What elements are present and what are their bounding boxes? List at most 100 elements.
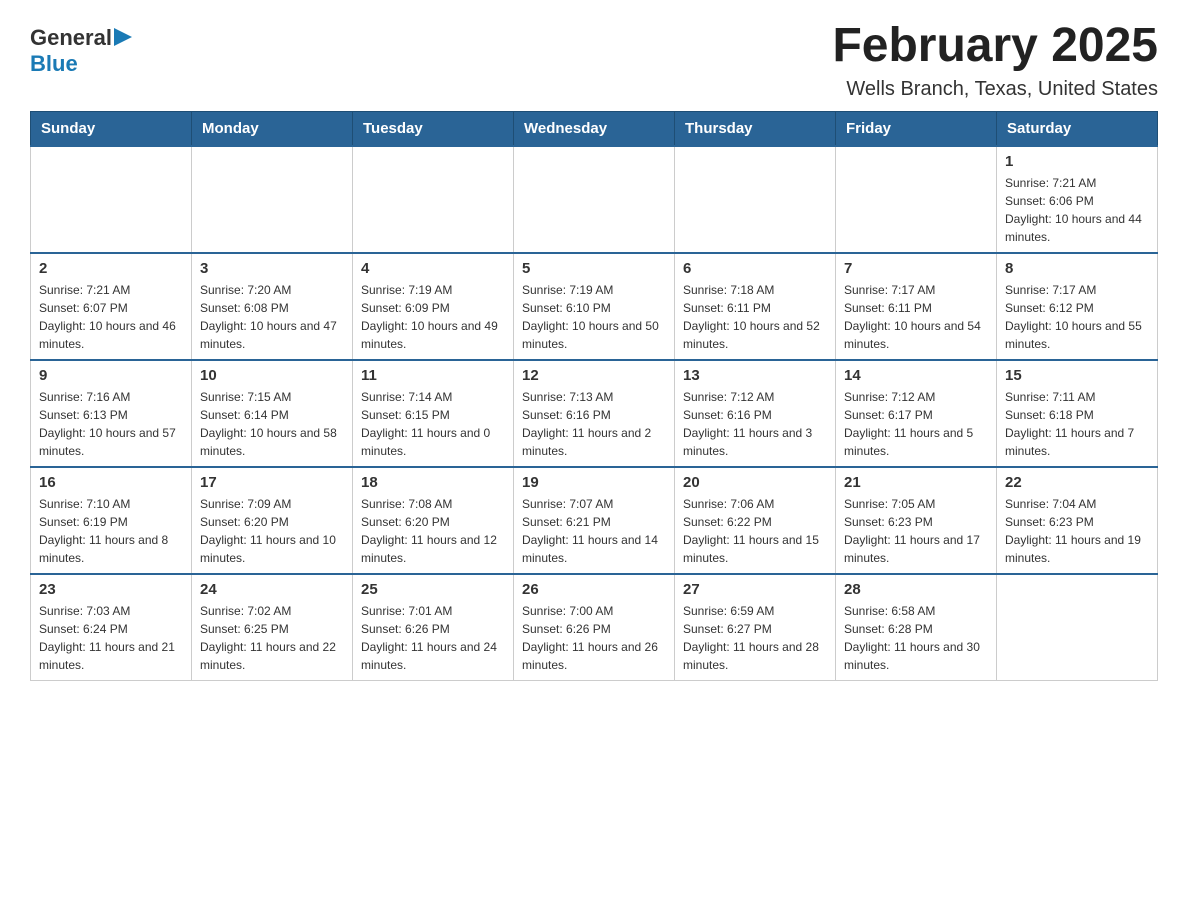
header-friday: Friday [836,111,997,146]
calendar-cell-w5-d6: 28Sunrise: 6:58 AMSunset: 6:28 PMDayligh… [836,574,997,681]
calendar-cell-w1-d7: 1Sunrise: 7:21 AMSunset: 6:06 PMDaylight… [997,146,1158,253]
day-info: Sunrise: 7:01 AMSunset: 6:26 PMDaylight:… [361,602,505,674]
day-info: Sunrise: 7:19 AMSunset: 6:10 PMDaylight:… [522,281,666,353]
calendar-cell-w1-d1 [31,146,192,253]
calendar-cell-w5-d4: 26 Sunrise: 7:00 AMSunset: 6:26 PMDayligh… [514,574,675,681]
day-info: Sunrise: 7:12 AMSunset: 6:16 PMDaylight:… [683,388,827,460]
day-number: 25 [361,581,505,598]
day-number: 26 [522,581,666,598]
day-number: 4 [361,260,505,277]
weekday-header-row: Sunday Monday Tuesday Wednesday Thursday… [31,111,1158,146]
calendar-cell-w2-d2: 3 Sunrise: 7:20 AMSunset: 6:08 PMDaylight… [192,253,353,360]
day-number: 13 [683,367,827,384]
day-number: 20 [683,474,827,491]
day-info: Sunrise: 7:02 AMSunset: 6:25 PMDaylight:… [200,602,344,674]
week-row-3: 9 Sunrise: 7:16 AMSunset: 6:13 PMDaylight… [31,360,1158,467]
calendar-cell-w4-d3: 18 Sunrise: 7:08 AMSunset: 6:20 PMDayligh… [353,467,514,574]
day-number: 11 [361,367,505,384]
day-info: Sunrise: 7:04 AMSunset: 6:23 PMDaylight:… [1005,495,1149,567]
day-number: 28 [844,581,988,598]
calendar-cell-w5-d2: 24 Sunrise: 7:02 AMSunset: 6:25 PMDayligh… [192,574,353,681]
logo-general-text: General [30,25,112,51]
day-info: Sunrise: 7:11 AMSunset: 6:18 PMDaylight:… [1005,388,1149,460]
day-number: 10 [200,367,344,384]
calendar-cell-w1-d6 [836,146,997,253]
day-info: Sunrise: 7:07 AMSunset: 6:21 PMDaylight:… [522,495,666,567]
header-wednesday: Wednesday [514,111,675,146]
day-number: 16 [39,474,183,491]
calendar-cell-w5-d5: 27Sunrise: 6:59 AMSunset: 6:27 PMDayligh… [675,574,836,681]
day-info: Sunrise: 7:12 AMSunset: 6:17 PMDaylight:… [844,388,988,460]
day-info: Sunrise: 7:17 AMSunset: 6:12 PMDaylight:… [1005,281,1149,353]
title-block: February 2025 Wells Branch, Texas, Unite… [832,20,1158,101]
calendar-cell-w1-d3 [353,146,514,253]
calendar-cell-w2-d6: 7Sunrise: 7:17 AMSunset: 6:11 PMDaylight… [836,253,997,360]
header-monday: Monday [192,111,353,146]
calendar-cell-w4-d7: 22 Sunrise: 7:04 AMSunset: 6:23 PMDayligh… [997,467,1158,574]
day-info: Sunrise: 7:21 AMSunset: 6:06 PMDaylight:… [1005,174,1149,246]
calendar-cell-w2-d4: 5 Sunrise: 7:19 AMSunset: 6:10 PMDaylight… [514,253,675,360]
day-number: 22 [1005,474,1149,491]
week-row-1: 1Sunrise: 7:21 AMSunset: 6:06 PMDaylight… [31,146,1158,253]
page-subtitle: Wells Branch, Texas, United States [832,78,1158,101]
day-number: 24 [200,581,344,598]
day-info: Sunrise: 7:17 AMSunset: 6:11 PMDaylight:… [844,281,988,353]
calendar-cell-w3-d3: 11 Sunrise: 7:14 AMSunset: 6:15 PMDayligh… [353,360,514,467]
day-number: 6 [683,260,827,277]
day-number: 17 [200,474,344,491]
calendar-cell-w5-d3: 25 Sunrise: 7:01 AMSunset: 6:26 PMDayligh… [353,574,514,681]
logo-blue-text: Blue [30,51,78,77]
day-info: Sunrise: 7:00 AMSunset: 6:26 PMDaylight:… [522,602,666,674]
day-info: Sunrise: 7:09 AMSunset: 6:20 PMDaylight:… [200,495,344,567]
day-number: 3 [200,260,344,277]
calendar-cell-w2-d3: 4 Sunrise: 7:19 AMSunset: 6:09 PMDaylight… [353,253,514,360]
day-number: 19 [522,474,666,491]
calendar-cell-w2-d7: 8 Sunrise: 7:17 AMSunset: 6:12 PMDaylight… [997,253,1158,360]
calendar-cell-w3-d5: 13 Sunrise: 7:12 AMSunset: 6:16 PMDayligh… [675,360,836,467]
calendar-cell-w4-d6: 21 Sunrise: 7:05 AMSunset: 6:23 PMDayligh… [836,467,997,574]
header-sunday: Sunday [31,111,192,146]
calendar-table: Sunday Monday Tuesday Wednesday Thursday… [30,111,1158,681]
calendar-cell-w1-d2 [192,146,353,253]
day-info: Sunrise: 7:05 AMSunset: 6:23 PMDaylight:… [844,495,988,567]
calendar-cell-w3-d6: 14Sunrise: 7:12 AMSunset: 6:17 PMDayligh… [836,360,997,467]
day-number: 12 [522,367,666,384]
day-info: Sunrise: 7:14 AMSunset: 6:15 PMDaylight:… [361,388,505,460]
week-row-4: 16 Sunrise: 7:10 AMSunset: 6:19 PMDayligh… [31,467,1158,574]
day-info: Sunrise: 7:19 AMSunset: 6:09 PMDaylight:… [361,281,505,353]
day-info: Sunrise: 7:08 AMSunset: 6:20 PMDaylight:… [361,495,505,567]
day-info: Sunrise: 7:13 AMSunset: 6:16 PMDaylight:… [522,388,666,460]
calendar-cell-w4-d5: 20Sunrise: 7:06 AMSunset: 6:22 PMDayligh… [675,467,836,574]
calendar-cell-w3-d4: 12 Sunrise: 7:13 AMSunset: 6:16 PMDayligh… [514,360,675,467]
day-info: Sunrise: 7:10 AMSunset: 6:19 PMDaylight:… [39,495,183,567]
day-info: Sunrise: 7:03 AMSunset: 6:24 PMDaylight:… [39,602,183,674]
page-header: General Blue February 2025 Wells Branch,… [30,20,1158,101]
day-number: 18 [361,474,505,491]
day-info: Sunrise: 7:20 AMSunset: 6:08 PMDaylight:… [200,281,344,353]
day-info: Sunrise: 7:16 AMSunset: 6:13 PMDaylight:… [39,388,183,460]
header-tuesday: Tuesday [353,111,514,146]
calendar-cell-w4-d1: 16 Sunrise: 7:10 AMSunset: 6:19 PMDayligh… [31,467,192,574]
calendar-cell-w1-d4 [514,146,675,253]
day-number: 2 [39,260,183,277]
calendar-cell-w4-d2: 17 Sunrise: 7:09 AMSunset: 6:20 PMDayligh… [192,467,353,574]
calendar-cell-w4-d4: 19 Sunrise: 7:07 AMSunset: 6:21 PMDayligh… [514,467,675,574]
day-number: 8 [1005,260,1149,277]
calendar-cell-w3-d1: 9 Sunrise: 7:16 AMSunset: 6:13 PMDaylight… [31,360,192,467]
calendar-cell-w2-d5: 6 Sunrise: 7:18 AMSunset: 6:11 PMDaylight… [675,253,836,360]
day-number: 15 [1005,367,1149,384]
header-thursday: Thursday [675,111,836,146]
day-number: 9 [39,367,183,384]
calendar-cell-w5-d1: 23Sunrise: 7:03 AMSunset: 6:24 PMDayligh… [31,574,192,681]
calendar-cell-w3-d2: 10Sunrise: 7:15 AMSunset: 6:14 PMDayligh… [192,360,353,467]
header-saturday: Saturday [997,111,1158,146]
calendar-cell-w2-d1: 2Sunrise: 7:21 AMSunset: 6:07 PMDaylight… [31,253,192,360]
day-number: 5 [522,260,666,277]
day-info: Sunrise: 7:18 AMSunset: 6:11 PMDaylight:… [683,281,827,353]
day-number: 27 [683,581,827,598]
day-number: 21 [844,474,988,491]
page-title: February 2025 [832,20,1158,73]
calendar-cell-w3-d7: 15 Sunrise: 7:11 AMSunset: 6:18 PMDayligh… [997,360,1158,467]
logo-triangle-icon [114,28,132,46]
week-row-5: 23Sunrise: 7:03 AMSunset: 6:24 PMDayligh… [31,574,1158,681]
